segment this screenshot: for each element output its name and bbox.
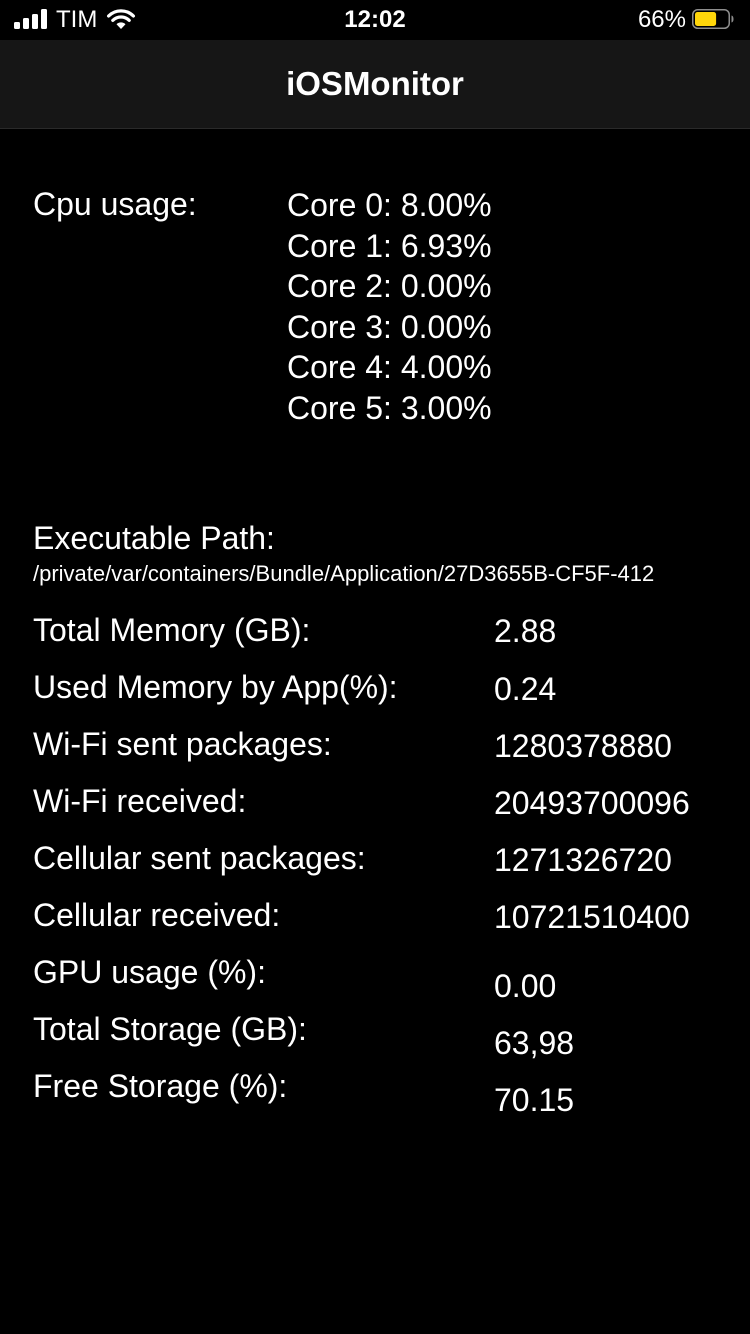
free-storage-value: 70.15: [494, 1082, 575, 1118]
cellular-sent-value: 1271326720: [494, 842, 672, 878]
total-storage-value: 63,98: [494, 1025, 575, 1061]
core-usage: Core 5: 3.00%: [287, 389, 492, 426]
cpu-usage-label: Cpu usage:: [33, 186, 197, 222]
battery-percentage: 66%: [637, 6, 686, 33]
wifi-sent-value: 1280378880: [494, 728, 672, 764]
core-usage: Core 2: 0.00%: [287, 268, 492, 305]
status-bar: TIM 12:02 66%: [0, 0, 750, 40]
total-memory-value: 2.88: [494, 613, 557, 649]
executable-path-label: Executable Path:: [33, 520, 275, 556]
core-usage: Core 0: 8.00%: [287, 187, 492, 223]
wifi-sent-label: Wi-Fi sent packages:: [33, 726, 332, 762]
wifi-received-label: Wi-Fi received:: [33, 783, 247, 819]
total-storage-label: Total Storage (GB):: [33, 1011, 307, 1047]
total-memory-label: Total Memory (GB):: [33, 612, 311, 648]
gpu-usage-label: GPU usage (%):: [33, 954, 266, 990]
battery-icon: [692, 9, 734, 29]
page-title: iOSMonitor: [286, 65, 464, 102]
used-memory-value: 0.24: [494, 671, 557, 707]
cellular-received-value: 10721510400: [494, 899, 690, 935]
cellular-sent-label: Cellular sent packages:: [33, 840, 366, 876]
wifi-received-value: 20493700096: [494, 785, 690, 821]
used-memory-label: Used Memory by App(%):: [33, 669, 398, 705]
cellular-received-label: Cellular received:: [33, 897, 281, 933]
cpu-core-list: Core 0: 8.00% Core 1: 6.93% Core 2: 0.00…: [287, 185, 492, 429]
core-usage: Core 4: 4.00%: [287, 349, 492, 386]
gpu-usage-value: 0.00: [494, 968, 557, 1004]
core-usage: Core 1: 6.93%: [287, 227, 492, 264]
executable-path-value: /private/var/containers/Bundle/Applicati…: [33, 561, 655, 586]
core-usage: Core 3: 0.00%: [287, 308, 492, 345]
navigation-bar: iOSMonitor: [0, 40, 750, 129]
free-storage-label: Free Storage (%):: [33, 1068, 288, 1104]
